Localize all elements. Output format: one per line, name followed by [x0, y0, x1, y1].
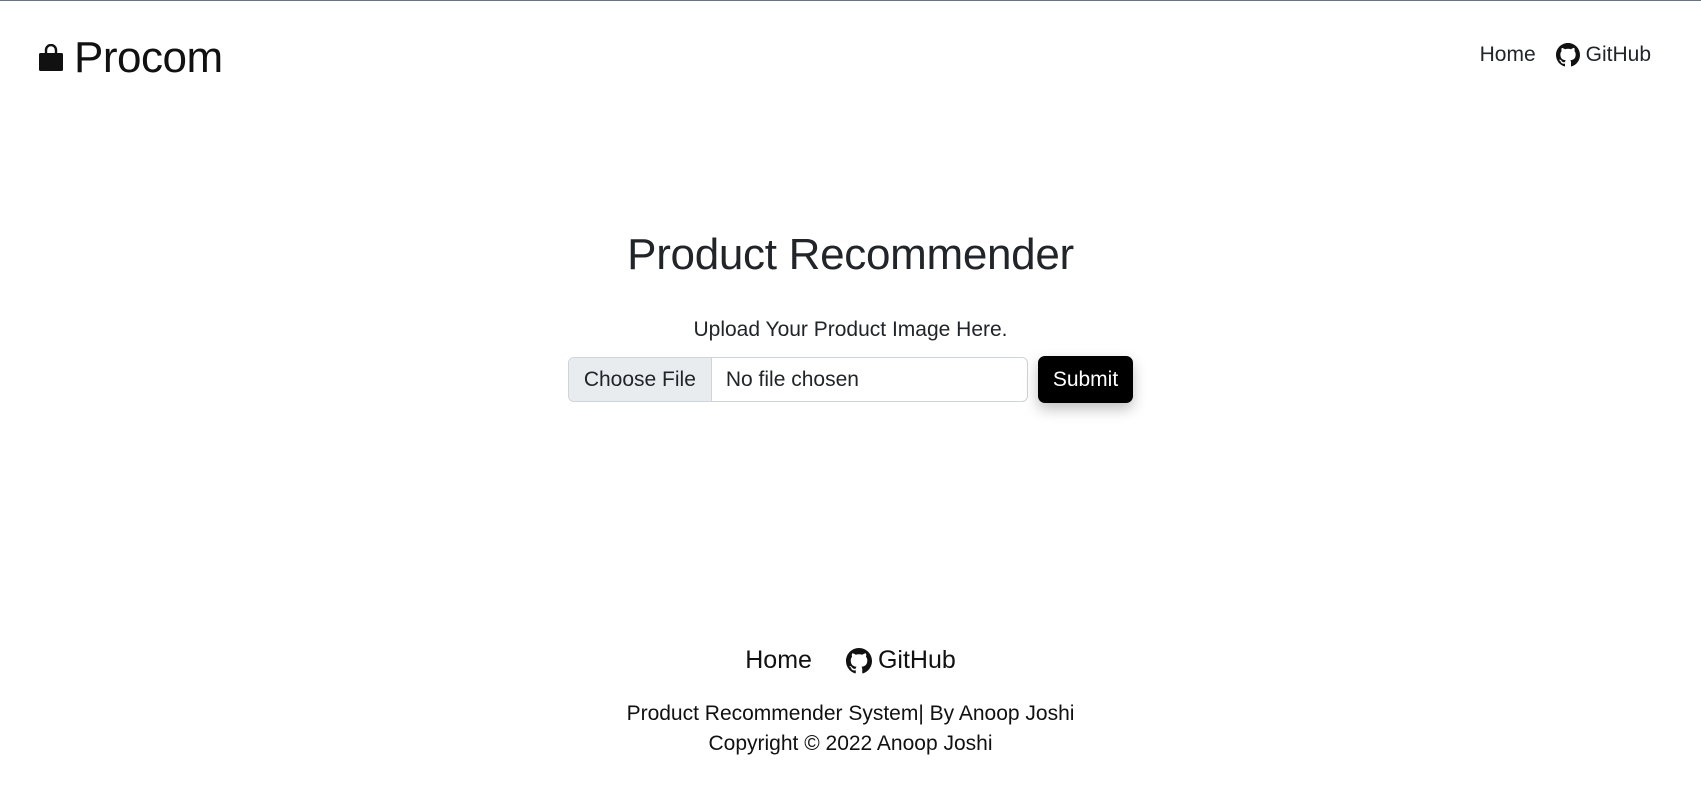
footer-links: Home GitHub: [745, 646, 956, 675]
github-icon: [845, 647, 872, 673]
upload-instruction: Upload Your Product Image Here.: [693, 318, 1008, 341]
nav-github-link[interactable]: GitHub: [1555, 43, 1651, 67]
nav-github-label: GitHub: [1585, 43, 1651, 66]
footer-github-label: GitHub: [877, 646, 956, 674]
navbar: Procom Home GitHub: [0, 1, 1701, 111]
choose-file-button[interactable]: Choose File: [568, 358, 712, 401]
submit-button[interactable]: Submit: [1037, 356, 1134, 403]
upload-form: Choose File No file chosen Submit: [567, 356, 1134, 403]
brand-link[interactable]: Procom: [38, 33, 223, 83]
file-status-text: No file chosen: [725, 367, 859, 391]
brand-name: Procom: [74, 33, 223, 82]
file-input[interactable]: Choose File No file chosen: [567, 357, 1028, 402]
top-nav: Home GitHub: [1480, 43, 1651, 67]
footer-copyright: Copyright © 2022 Anoop Joshi: [708, 732, 993, 755]
shopping-bag-icon: [39, 44, 63, 71]
page-title: Product Recommender: [627, 230, 1074, 279]
github-icon: [1555, 43, 1580, 67]
footer-github-link[interactable]: GitHub: [845, 646, 956, 675]
main-content: Product Recommender Upload Your Product …: [0, 230, 1701, 403]
footer-home-link[interactable]: Home: [745, 646, 812, 675]
footer-text: Product Recommender System| By Anoop Jos…: [627, 699, 1075, 759]
footer: Home GitHub Product Recommender System| …: [0, 646, 1701, 759]
nav-home-link[interactable]: Home: [1480, 43, 1536, 67]
footer-credit: Product Recommender System| By Anoop Jos…: [626, 702, 1075, 725]
